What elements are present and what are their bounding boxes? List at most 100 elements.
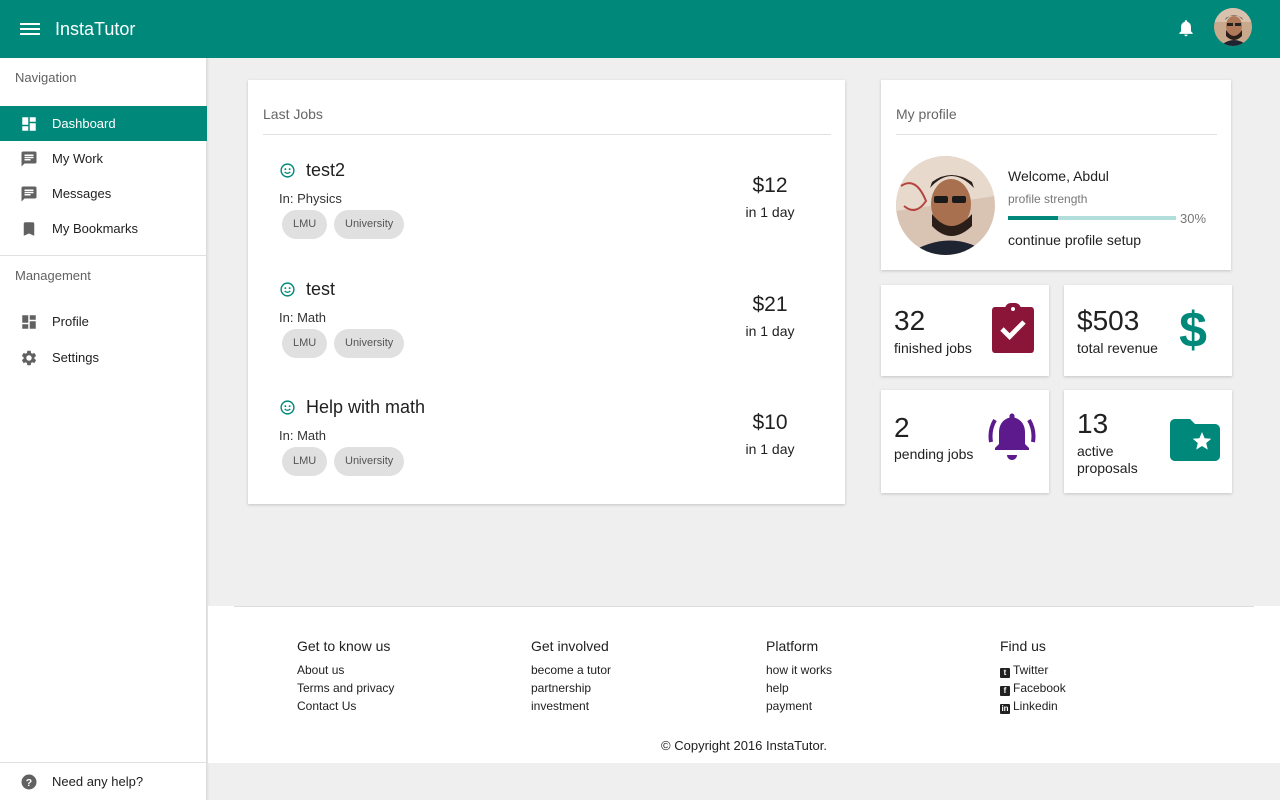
stat-card-total-revenue[interactable]: $503 total revenue $: [1064, 285, 1232, 376]
job-title[interactable]: Help with math: [306, 397, 425, 418]
sidebar: Navigation Dashboard My Work Messages My…: [0, 58, 207, 800]
stat-card-finished-jobs[interactable]: 32 finished jobs: [881, 285, 1049, 376]
profile-strength-progress: [1008, 216, 1176, 220]
sidebar-item-label: Dashboard: [52, 116, 116, 131]
stat-label: pending jobs: [894, 446, 974, 462]
stat-value: 2: [894, 412, 910, 443]
footer-link-label: Facebook: [1013, 681, 1066, 695]
job-subject: In: Math: [279, 310, 326, 325]
footer-link-investment[interactable]: investment: [531, 697, 611, 715]
stat-card-pending-jobs[interactable]: 2 pending jobs: [881, 390, 1049, 493]
job-price: $12: [752, 174, 788, 197]
sidebar-item-label: Profile: [52, 314, 89, 329]
gear-icon: [20, 349, 38, 367]
my-profile-card: My profile Welcome, Abdul profile streng…: [881, 80, 1231, 270]
footer-link-partnership[interactable]: partnership: [531, 679, 611, 697]
notification-bell-icon[interactable]: [1176, 18, 1196, 38]
job-item[interactable]: test2 In: Physics LMU University $12 in …: [248, 154, 845, 264]
footer-link-facebook[interactable]: f Facebook: [1000, 679, 1066, 697]
help-circle-icon: ?: [20, 773, 38, 791]
dashboard-icon: [20, 115, 38, 133]
sidebar-item-label: Need any help?: [52, 774, 144, 789]
job-title[interactable]: test: [306, 279, 335, 300]
welcome-text: Welcome, Abdul: [1008, 168, 1109, 184]
sidebar-item-my-bookmarks[interactable]: My Bookmarks: [0, 211, 207, 246]
footer-column-platform: Platform how it works help payment: [766, 638, 832, 715]
sidebar-item-label: My Bookmarks: [52, 221, 138, 236]
last-jobs-card: Last Jobs test2 In: Physics LMU Universi…: [248, 80, 845, 504]
job-due: in 1 day: [745, 204, 795, 220]
footer: Get to know us About us Terms and privac…: [208, 606, 1280, 763]
progress-fill: [1008, 216, 1059, 220]
card-title: My profile: [896, 106, 957, 122]
svg-text:$: $: [1179, 305, 1207, 353]
sidebar-divider: [0, 255, 207, 256]
sidebar-item-label: My Work: [52, 151, 104, 166]
footer-column-find-us: Find us t Twitter f Facebook in Linkedin: [1000, 638, 1066, 715]
clipboard-check-icon: [992, 303, 1034, 353]
dashboard-icon: [20, 313, 38, 331]
chat-icon: [20, 185, 38, 203]
footer-link-terms[interactable]: Terms and privacy: [297, 679, 394, 697]
sidebar-item-label: Messages: [52, 186, 112, 201]
copyright-text: © Copyright 2016 InstaTutor.: [661, 738, 827, 753]
facebook-icon: f: [1000, 686, 1010, 696]
folder-star-icon: [1170, 419, 1220, 461]
job-due: in 1 day: [745, 441, 795, 457]
user-avatar[interactable]: [1214, 8, 1252, 46]
profile-strength-percent: 30%: [1180, 211, 1207, 226]
footer-link-payment[interactable]: payment: [766, 697, 832, 715]
job-tag-chip[interactable]: LMU: [282, 210, 328, 239]
footer-link-help[interactable]: help: [766, 679, 832, 697]
footer-link-how-it-works[interactable]: how it works: [766, 661, 832, 679]
sidebar-item-help[interactable]: ? Need any help?: [0, 763, 207, 800]
top-app-bar: InstaTutor: [0, 0, 1280, 58]
smiley-icon: [280, 400, 295, 415]
sidebar-item-my-work[interactable]: My Work: [0, 141, 207, 176]
job-tag-chip[interactable]: University: [334, 210, 405, 239]
bell-ringing-icon: [988, 413, 1036, 460]
job-price: $21: [752, 293, 788, 316]
hamburger-menu-icon[interactable]: [20, 21, 40, 37]
stat-value: 32: [894, 305, 926, 336]
stat-label: total revenue: [1077, 340, 1158, 356]
job-title[interactable]: test2: [306, 160, 345, 181]
footer-column-get-to-know-us: Get to know us About us Terms and privac…: [297, 638, 394, 715]
job-item[interactable]: test In: Math LMU University $21 in 1 da…: [248, 273, 845, 383]
dollar-icon: $: [1179, 305, 1207, 353]
linkedin-icon: in: [1000, 704, 1010, 714]
navigation-section-title: Navigation: [15, 70, 77, 85]
job-tag-chip[interactable]: University: [334, 329, 405, 358]
smiley-icon: [280, 282, 295, 297]
footer-link-twitter[interactable]: t Twitter: [1000, 661, 1066, 679]
job-price: $10: [752, 411, 788, 434]
sidebar-item-profile[interactable]: Profile: [0, 304, 207, 339]
job-tag-chip[interactable]: University: [334, 447, 405, 476]
stat-card-active-proposals[interactable]: 13 active proposals: [1064, 390, 1232, 493]
sidebar-item-settings[interactable]: Settings: [0, 340, 207, 375]
stat-label: finished jobs: [894, 340, 972, 356]
footer-divider: [234, 606, 1254, 607]
svg-text:?: ?: [26, 776, 32, 788]
footer-column-title: Get to know us: [297, 638, 391, 654]
twitter-icon: t: [1000, 668, 1010, 678]
profile-strength-label: profile strength: [1008, 192, 1088, 206]
footer-link-contact[interactable]: Contact Us: [297, 697, 394, 715]
sidebar-item-messages[interactable]: Messages: [0, 176, 207, 211]
footer-column-title: Get involved: [531, 638, 609, 654]
footer-column-get-involved: Get involved become a tutor partnership …: [531, 638, 611, 715]
continue-profile-setup-link[interactable]: continue profile setup: [1008, 232, 1141, 248]
smiley-icon: [280, 163, 295, 178]
stat-label: active proposals: [1077, 443, 1138, 476]
footer-link-become-tutor[interactable]: become a tutor: [531, 661, 611, 679]
sidebar-item-dashboard[interactable]: Dashboard: [0, 106, 207, 141]
stat-value: 13: [1077, 408, 1109, 439]
job-tag-chip[interactable]: LMU: [282, 329, 328, 358]
job-tag-chip[interactable]: LMU: [282, 447, 328, 476]
job-due: in 1 day: [745, 323, 795, 339]
footer-link-about-us[interactable]: About us: [297, 661, 394, 679]
job-subject: In: Math: [279, 428, 326, 443]
job-item[interactable]: Help with math In: Math LMU University $…: [248, 391, 845, 501]
footer-link-linkedin[interactable]: in Linkedin: [1000, 697, 1066, 715]
bookmark-icon: [20, 220, 38, 238]
